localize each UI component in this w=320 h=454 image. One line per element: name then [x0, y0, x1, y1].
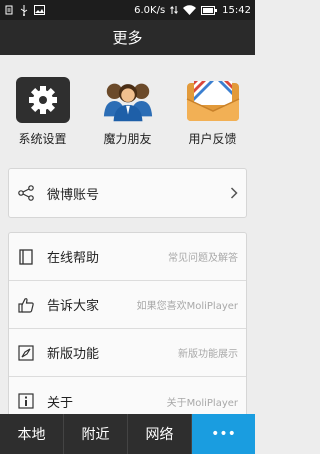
menu-item-hint: 关于MoliPlayer: [166, 397, 238, 409]
network-speed: 6.0K/s: [134, 4, 166, 16]
share-icon: [17, 184, 35, 202]
wifi-icon: [183, 5, 197, 15]
grid-item-user-feedback[interactable]: 用户反馈: [170, 55, 255, 155]
app-notification-icon: [4, 5, 14, 15]
grid-item-system-settings[interactable]: 系统设置: [0, 55, 85, 155]
grid-item-label: 魔力朋友: [103, 132, 152, 146]
menu-item-tell-everyone[interactable]: 告诉大家 如果您喜欢MoliPlayer: [9, 281, 246, 329]
menu-item-label: 关于: [47, 395, 74, 411]
menu-item-label: 新版功能: [47, 347, 100, 362]
menu-item-hint: 常见问题及解答: [168, 253, 238, 264]
grid-item-label: 系统设置: [18, 132, 67, 146]
tab-network[interactable]: 网络: [128, 414, 192, 454]
chevron-right-icon: [230, 184, 238, 203]
account-card: 微博账号: [8, 168, 247, 218]
image-notification-icon: [34, 5, 45, 15]
tab-more[interactable]: •••: [192, 414, 255, 454]
thumbs-up-icon: [17, 296, 35, 314]
status-bar: 6.0K/s 15:42: [0, 0, 255, 20]
menu-card: 在线帮助 常见问题及解答 告诉大家 如果您喜欢MoliPlayer 新版功能 新…: [8, 232, 247, 414]
data-transfer-icon: [170, 5, 179, 15]
tab-nearby[interactable]: 附近: [64, 414, 128, 454]
grid-item-label: 用户反馈: [188, 132, 237, 146]
clock: 15:42: [222, 4, 251, 16]
battery-icon: [201, 5, 218, 15]
menu-item-label: 在线帮助: [47, 251, 100, 266]
menu-item-hint: 新版功能展示: [178, 349, 238, 360]
gear-icon: [15, 77, 70, 123]
grid-item-magic-friends[interactable]: 魔力朋友: [85, 55, 170, 155]
menu-item-online-help[interactable]: 在线帮助 常见问题及解答: [9, 233, 246, 281]
bottom-tab-bar: 本地 附近 网络 •••: [0, 414, 255, 454]
usb-icon: [20, 4, 28, 16]
info-icon: [17, 392, 35, 410]
menu-item-new-features[interactable]: 新版功能 新版功能展示: [9, 329, 246, 377]
book-icon: [17, 248, 35, 266]
page-title: 更多: [112, 29, 143, 47]
compass-icon: [17, 344, 35, 362]
weibo-account-label: 微博账号: [47, 187, 100, 203]
shortcut-grid: 系统设置 魔力朋友 用户反馈: [0, 55, 255, 155]
envelope-icon: [186, 77, 240, 123]
menu-item-label: 告诉大家: [47, 299, 100, 314]
weibo-account-row[interactable]: 微博账号: [9, 169, 246, 217]
tab-local[interactable]: 本地: [0, 414, 64, 454]
friends-icon: [101, 77, 155, 123]
menu-item-about[interactable]: 关于 关于MoliPlayer: [9, 377, 246, 414]
menu-item-hint: 如果您喜欢MoliPlayer: [136, 301, 238, 312]
title-bar: 更多: [0, 20, 255, 55]
